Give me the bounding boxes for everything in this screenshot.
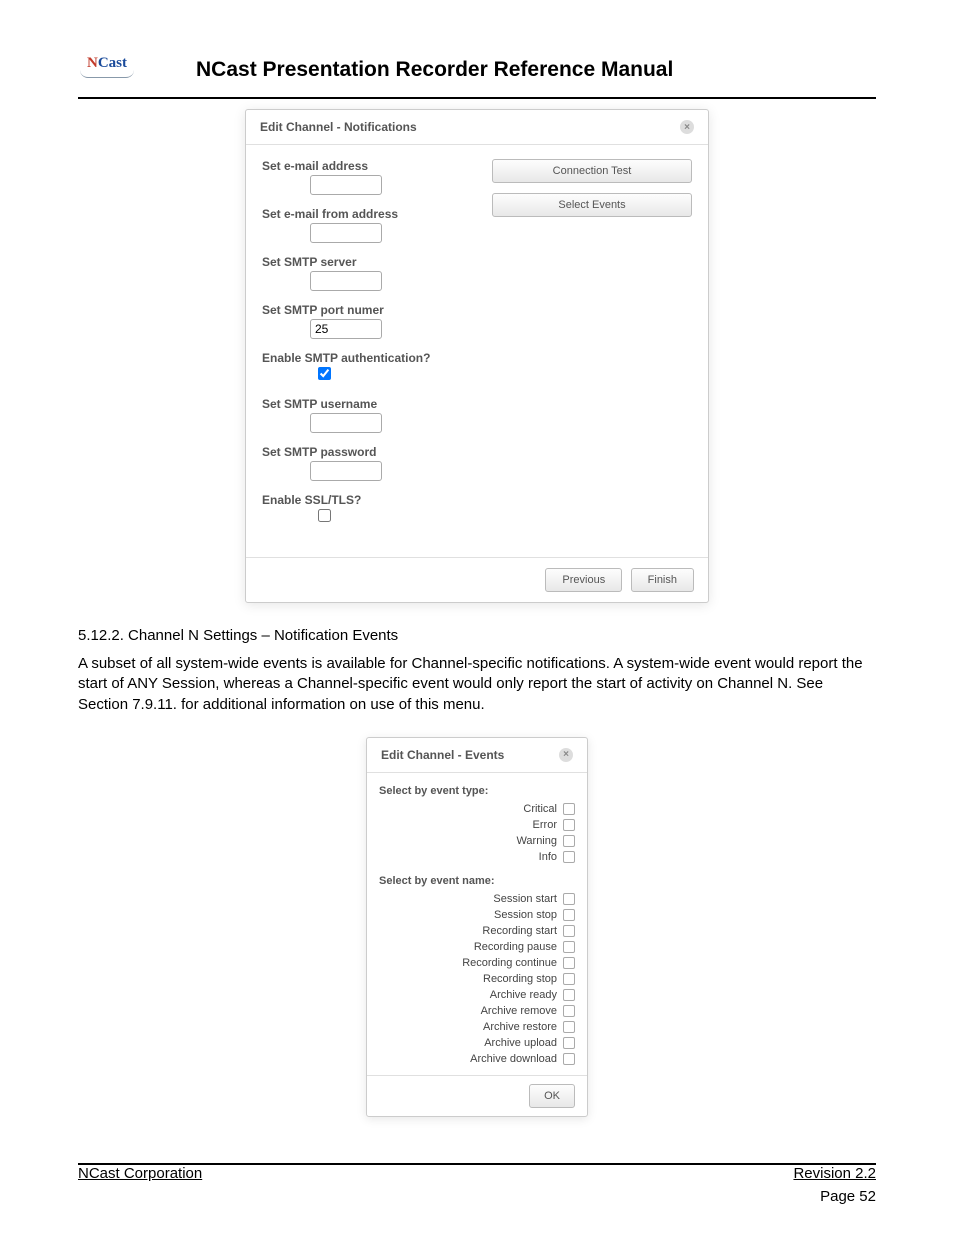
smtp-server-label: Set SMTP server	[262, 255, 476, 269]
select-by-type-label: Select by event type:	[379, 785, 575, 797]
previous-button[interactable]: Previous	[545, 568, 622, 592]
event-type-row: Info	[379, 849, 575, 865]
section-heading: 5.12.2. Channel N Settings – Notificatio…	[78, 627, 876, 644]
event-name-label: Recording continue	[462, 957, 557, 969]
event-name-label: Recording stop	[483, 973, 557, 985]
event-name-checkbox[interactable]	[563, 925, 575, 937]
event-name-label: Archive ready	[490, 989, 557, 1001]
event-name-row: Archive download	[379, 1051, 575, 1067]
edit-channel-notifications-dialog: Edit Channel - Notifications × Set e-mai…	[245, 109, 709, 603]
smtp-port-label: Set SMTP port numer	[262, 303, 476, 317]
event-name-label: Archive restore	[483, 1021, 557, 1033]
event-name-row: Archive ready	[379, 987, 575, 1003]
email-from-input[interactable]	[310, 223, 382, 243]
smtp-pass-input[interactable]	[310, 461, 382, 481]
page-header: NCast NCast Presentation Recorder Refere…	[78, 55, 876, 85]
event-name-checkbox[interactable]	[563, 1005, 575, 1017]
logo-letter-n: N	[87, 55, 98, 71]
event-type-label: Warning	[516, 835, 557, 847]
event-name-row: Session start	[379, 891, 575, 907]
footer-corporation: NCast Corporation	[78, 1165, 202, 1182]
footer-page-number: Page 52	[78, 1188, 876, 1205]
event-type-checkbox[interactable]	[563, 851, 575, 863]
event-type-row: Warning	[379, 833, 575, 849]
event-name-label: Archive upload	[484, 1037, 557, 1049]
smtp-server-input[interactable]	[310, 271, 382, 291]
close-icon[interactable]: ×	[559, 748, 573, 762]
event-name-row: Archive restore	[379, 1019, 575, 1035]
edit-channel-events-dialog: Edit Channel - Events × Select by event …	[366, 737, 588, 1117]
event-type-label: Error	[533, 819, 557, 831]
close-icon[interactable]: ×	[680, 120, 694, 134]
event-name-checkbox[interactable]	[563, 957, 575, 969]
logo-letter-cast: Cast	[98, 55, 127, 71]
ok-button[interactable]: OK	[529, 1084, 575, 1108]
smtp-auth-checkbox[interactable]	[318, 367, 331, 380]
event-name-row: Session stop	[379, 907, 575, 923]
event-name-checkbox[interactable]	[563, 973, 575, 985]
event-name-row: Recording start	[379, 923, 575, 939]
event-name-label: Session start	[493, 893, 557, 905]
connection-test-button[interactable]: Connection Test	[492, 159, 692, 183]
smtp-user-input[interactable]	[310, 413, 382, 433]
event-name-checkbox[interactable]	[563, 1037, 575, 1049]
event-name-checkbox[interactable]	[563, 1053, 575, 1065]
event-name-checkbox[interactable]	[563, 941, 575, 953]
event-type-checkbox[interactable]	[563, 803, 575, 815]
page-footer: NCast Corporation Revision 2.2 Page 52	[78, 1151, 876, 1205]
smtp-pass-label: Set SMTP password	[262, 445, 476, 459]
logo-arc	[80, 70, 134, 78]
event-type-label: Info	[539, 851, 557, 863]
event-name-checkbox[interactable]	[563, 909, 575, 921]
event-name-row: Archive remove	[379, 1003, 575, 1019]
event-name-row: Recording stop	[379, 971, 575, 987]
finish-button[interactable]: Finish	[631, 568, 694, 592]
document-title: NCast Presentation Recorder Reference Ma…	[196, 58, 673, 82]
ssl-tls-checkbox[interactable]	[318, 509, 331, 522]
smtp-auth-label: Enable SMTP authentication?	[262, 351, 476, 365]
event-type-label: Critical	[523, 803, 557, 815]
event-name-row: Recording continue	[379, 955, 575, 971]
event-type-row: Error	[379, 817, 575, 833]
event-type-checkbox[interactable]	[563, 819, 575, 831]
select-events-button[interactable]: Select Events	[492, 193, 692, 217]
event-name-checkbox[interactable]	[563, 989, 575, 1001]
header-rule	[78, 97, 876, 99]
dialog2-title: Edit Channel - Events	[381, 748, 504, 762]
event-name-checkbox[interactable]	[563, 1021, 575, 1033]
section-body: A subset of all system-wide events is av…	[78, 654, 876, 715]
event-name-label: Archive remove	[481, 1005, 557, 1017]
event-name-row: Recording pause	[379, 939, 575, 955]
email-from-label: Set e-mail from address	[262, 207, 476, 221]
select-by-name-label: Select by event name:	[379, 875, 575, 887]
event-name-label: Archive download	[470, 1053, 557, 1065]
footer-revision: Revision 2.2	[793, 1165, 876, 1182]
smtp-user-label: Set SMTP username	[262, 397, 476, 411]
ncast-logo: NCast	[78, 55, 136, 85]
email-to-input[interactable]	[310, 175, 382, 195]
event-type-checkbox[interactable]	[563, 835, 575, 847]
event-name-label: Recording start	[482, 925, 557, 937]
event-name-row: Archive upload	[379, 1035, 575, 1051]
event-name-label: Session stop	[494, 909, 557, 921]
smtp-port-input[interactable]	[310, 319, 382, 339]
ssl-tls-label: Enable SSL/TLS?	[262, 493, 476, 507]
event-name-checkbox[interactable]	[563, 893, 575, 905]
event-name-label: Recording pause	[474, 941, 557, 953]
event-type-row: Critical	[379, 801, 575, 817]
dialog1-title: Edit Channel - Notifications	[260, 120, 417, 134]
email-to-label: Set e-mail address	[262, 159, 476, 173]
